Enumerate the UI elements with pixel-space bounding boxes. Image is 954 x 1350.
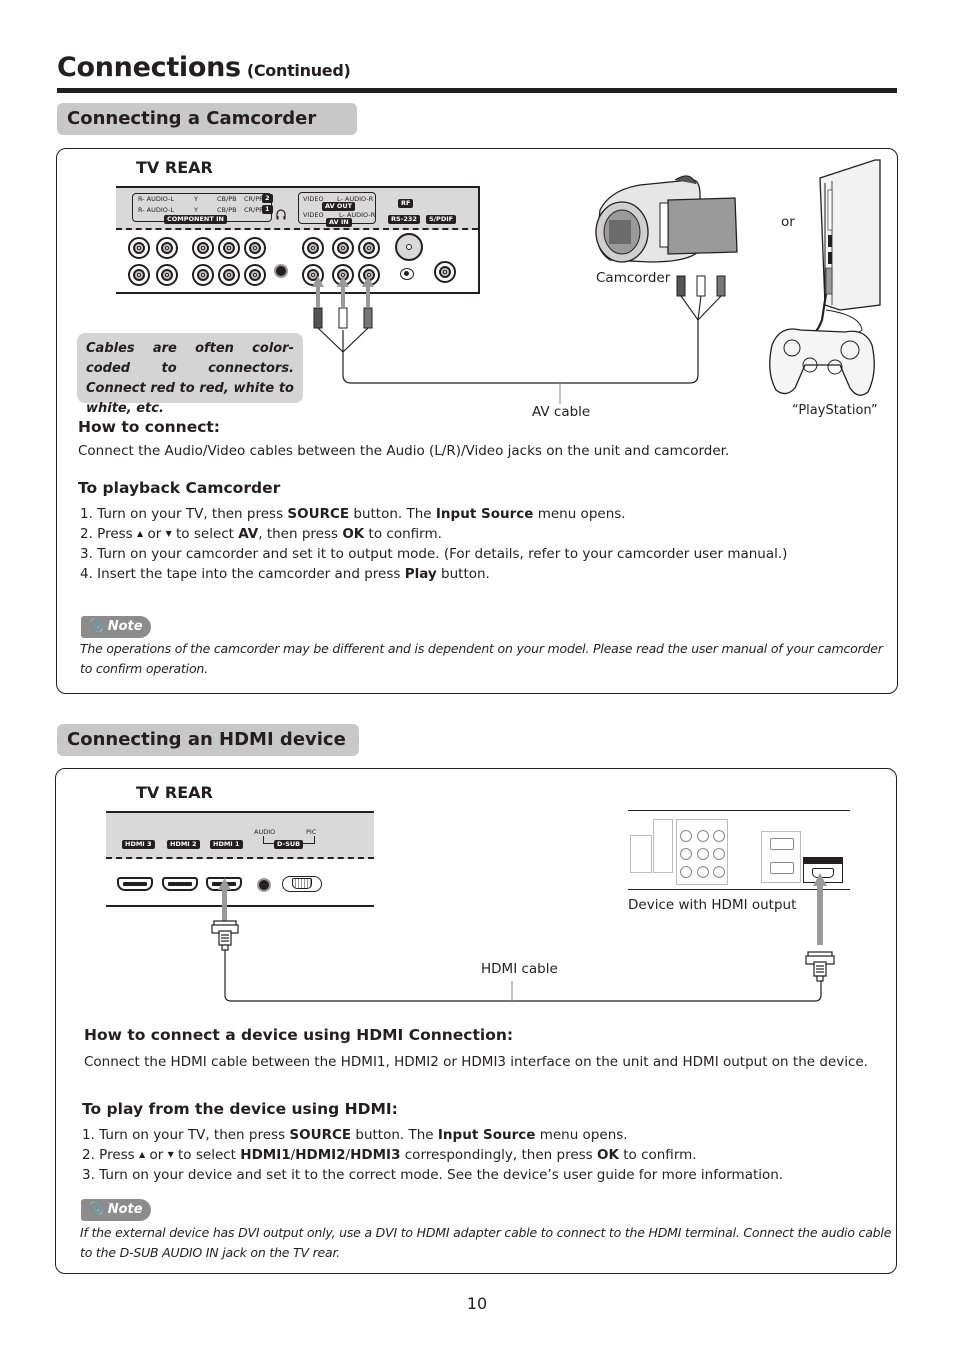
step-number: 2. <box>82 1147 100 1163</box>
step-text: to select <box>173 1147 241 1163</box>
hdmi-play-heading: To play from the device using HDMI: <box>82 1100 398 1118</box>
step-item: 2. Press ▲ or ▼ to select HDMI1/HDMI2/HD… <box>82 1145 783 1165</box>
step-text: Turn on your device and set it to the co… <box>99 1167 784 1183</box>
step-keyword: SOURCE <box>289 1127 352 1143</box>
paperclip-icon: 📎 <box>87 1202 104 1217</box>
page-number: 10 <box>466 1294 488 1313</box>
step-number: 3. <box>82 1167 100 1183</box>
hdmi-cable-caption: HDMI cable <box>481 961 558 977</box>
hdmi-play-steps: 1. Turn on your TV, then press SOURCE bu… <box>82 1125 783 1185</box>
hdmi-note-text: If the external device has DVI output on… <box>80 1225 892 1260</box>
step-text: Press <box>99 1147 139 1163</box>
step-keyword: HDMI3 <box>350 1147 401 1163</box>
hdmi-how-to-connect-heading: How to connect a device using HDMI Conne… <box>84 1026 514 1044</box>
step-number: 1. <box>82 1127 100 1143</box>
step-item: 1. Turn on your TV, then press SOURCE bu… <box>82 1125 783 1145</box>
step-text: Turn on your TV, then press <box>99 1127 290 1143</box>
step-text: correspondingly, then press <box>400 1147 597 1163</box>
step-keyword: HDMI2 <box>295 1147 346 1163</box>
step-keyword: OK <box>597 1147 619 1163</box>
hdmi-connection-arrows <box>218 873 827 945</box>
hdmi-cable-diagram <box>211 873 835 1002</box>
step-item: 3. Turn on your device and set it to the… <box>82 1165 783 1185</box>
step-text: to confirm. <box>618 1147 697 1163</box>
hdmi-plug-tv-side <box>211 920 239 951</box>
note-label: Note <box>107 1202 143 1217</box>
hdmi-plug-device-side <box>805 951 835 982</box>
step-text: menu opens. <box>535 1127 628 1143</box>
step-keyword: HDMI1 <box>240 1147 291 1163</box>
step-text: or <box>145 1147 168 1163</box>
step-keyword: Input Source <box>437 1127 536 1143</box>
step-text: button. The <box>351 1127 438 1143</box>
note-badge: 📎 Note <box>81 1199 151 1221</box>
hdmi-how-to-connect-text: Connect the HDMI cable between the HDMI1… <box>84 1054 868 1070</box>
